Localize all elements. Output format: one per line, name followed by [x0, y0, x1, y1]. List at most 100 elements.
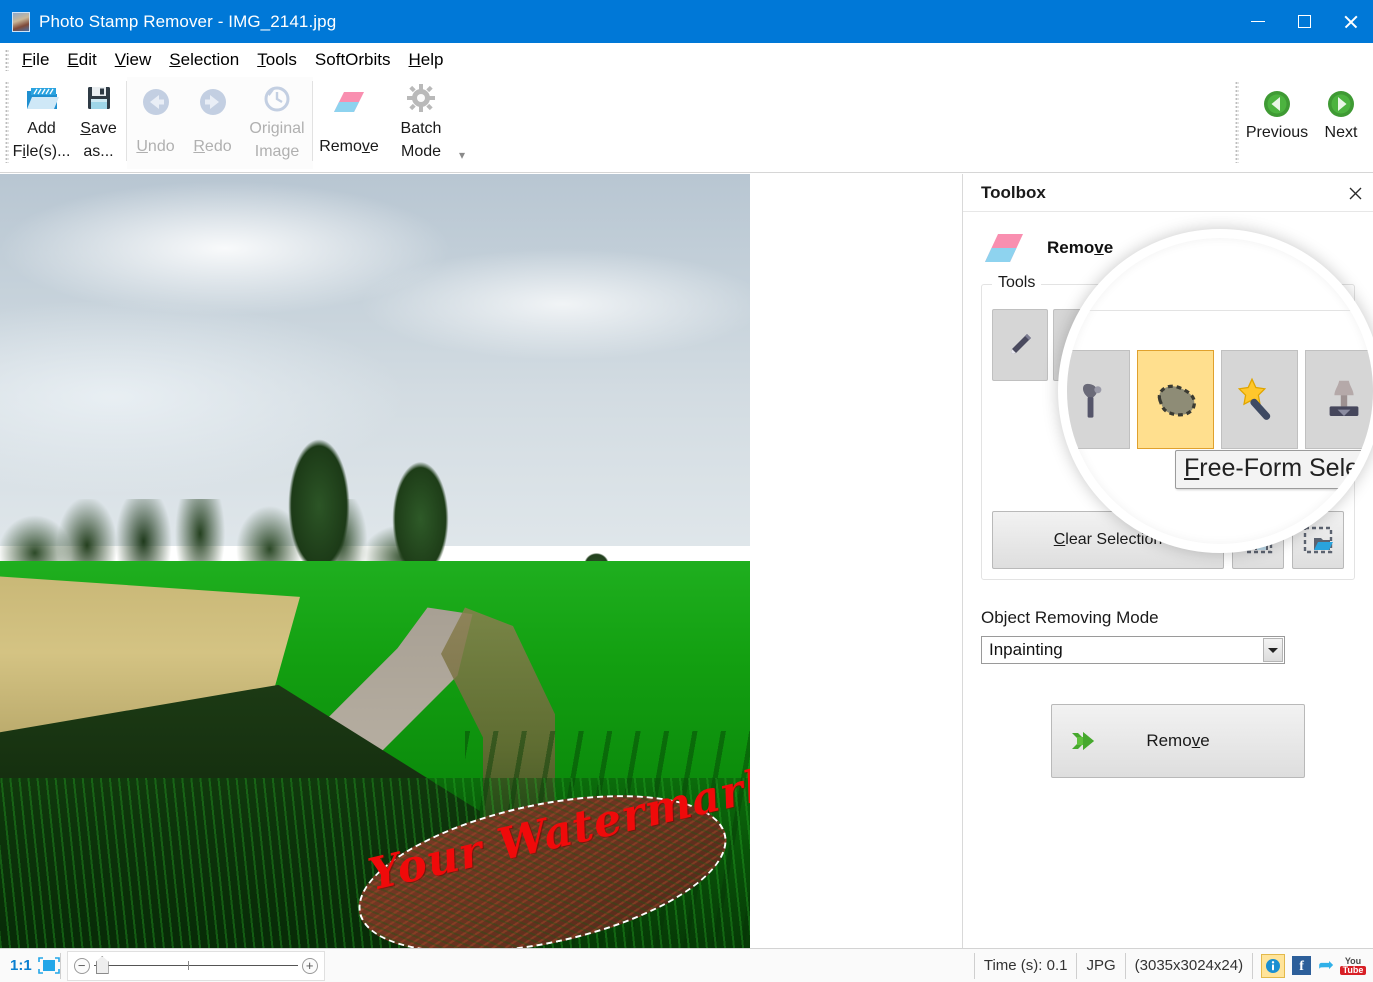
- original-image-label-line2: Image: [254, 142, 300, 160]
- image-canvas-area[interactable]: Your Watermark: [0, 174, 962, 948]
- toolbox-close-button[interactable]: [1343, 181, 1367, 205]
- watermark-selection[interactable]: Your Watermark: [344, 758, 750, 948]
- ribbon-expand-icon[interactable]: ▾: [459, 149, 465, 161]
- facebook-icon[interactable]: f: [1292, 956, 1312, 975]
- redo-button[interactable]: Redo: [184, 77, 241, 159]
- previous-button[interactable]: Previous: [1245, 77, 1309, 142]
- status-divider-1: [59, 952, 61, 979]
- toolbox-body: Remove Tools Clear Selection Object Remo…: [963, 212, 1373, 948]
- green-double-arrow-icon: [1070, 727, 1106, 760]
- close-icon: [1349, 187, 1361, 199]
- tools-group: Tools Clear Selection: [981, 274, 1355, 580]
- save-as-button[interactable]: Save as...: [70, 77, 127, 163]
- sky-region: [0, 174, 750, 546]
- add-files-label-line1: Add: [27, 120, 56, 137]
- zoom-slider-thumb[interactable]: [95, 956, 109, 974]
- free-form-select-tool-button[interactable]: [1114, 309, 1170, 381]
- clone-stamp-icon: [1255, 333, 1273, 355]
- remove-toolbar-label: Remove: [319, 138, 379, 155]
- batch-mode-label-line2: Mode: [400, 142, 442, 160]
- tools-group-legend: Tools: [992, 274, 1042, 292]
- toolbox-title: Toolbox: [981, 182, 1046, 202]
- object-removing-mode-label: Object Removing Mode: [981, 608, 1159, 627]
- zoom-ratio-label: 1:1: [10, 957, 32, 974]
- image-dimensions-label: (3035x3024x24): [1134, 957, 1244, 974]
- menu-item-help[interactable]: Help: [400, 48, 453, 72]
- menu-item-file[interactable]: File: [13, 48, 58, 72]
- eraser-icon: [981, 231, 1027, 265]
- redo-label: Redo: [193, 138, 232, 155]
- info-icon[interactable]: [1261, 953, 1286, 978]
- magic-wand-tool-button[interactable]: [1175, 309, 1231, 381]
- floppy-disk-icon: [85, 81, 113, 115]
- remove-section-header: Remove: [981, 226, 1355, 270]
- clear-selection-button[interactable]: Clear Selection: [992, 511, 1224, 569]
- spot-remover-icon: [1074, 334, 1088, 357]
- youtube-bottom-text: Tube: [1339, 965, 1367, 975]
- zoom-slider-track[interactable]: [93, 956, 298, 974]
- toolbar-group-file: Add File(s)... Save as...: [13, 77, 127, 169]
- green-left-arrow-icon: [1262, 87, 1292, 121]
- toolbox-panel: Toolbox Remove Tools Clear Selection Obj…: [962, 174, 1373, 948]
- undo-label: Undo: [136, 138, 175, 155]
- toolbar-group-history: Undo Redo Original Image: [127, 77, 313, 169]
- previous-label: Previous: [1245, 124, 1309, 141]
- tools-row: [982, 285, 1354, 381]
- maximize-button[interactable]: [1281, 0, 1327, 43]
- nav-drag-grip[interactable]: [1235, 81, 1239, 163]
- save-selection-button[interactable]: [1232, 511, 1284, 569]
- remove-action-button[interactable]: Remove: [1051, 704, 1305, 778]
- spot-remover-tool-button[interactable]: [1053, 309, 1109, 381]
- toolbox-header: Toolbox: [963, 174, 1373, 212]
- pencil-icon: [1011, 334, 1031, 354]
- menu-drag-grip[interactable]: [5, 49, 9, 71]
- title-bar: Photo Stamp Remover - IMG_2141.jpg: [0, 0, 1373, 43]
- batch-mode-label-line1: Batch: [400, 120, 442, 137]
- object-removing-mode-select[interactable]: Inpainting: [981, 636, 1285, 664]
- gear-icon: [407, 81, 435, 115]
- save-selection-icon: [1243, 526, 1273, 554]
- original-image-button[interactable]: Original Image: [241, 77, 313, 163]
- fit-to-screen-icon[interactable]: [37, 957, 60, 974]
- eraser-icon: [331, 85, 367, 119]
- photo-image[interactable]: Your Watermark: [0, 174, 750, 948]
- magic-wand-icon: [1189, 331, 1210, 358]
- undo-arrow-icon: [141, 85, 171, 119]
- twitter-icon[interactable]: ➦: [1318, 956, 1334, 975]
- free-form-select-icon: [1130, 335, 1155, 356]
- zoom-slider[interactable]: − +: [66, 950, 325, 981]
- zoom-slider-tick: [187, 961, 189, 970]
- toolbar: Add File(s)... Save as... Undo Redo Orig…: [0, 77, 1373, 173]
- chevron-down-icon[interactable]: [1263, 638, 1283, 662]
- minimize-icon: [1251, 21, 1265, 22]
- save-as-label-line2: as...: [83, 142, 114, 160]
- undo-button[interactable]: Undo: [127, 77, 184, 159]
- add-files-button[interactable]: Add File(s)...: [13, 77, 70, 163]
- close-button[interactable]: [1327, 0, 1373, 43]
- next-label: Next: [1324, 124, 1358, 141]
- minimize-button[interactable]: [1235, 0, 1281, 43]
- menu-item-softorbits[interactable]: SoftOrbits: [306, 48, 400, 72]
- status-social-group: f ➦ You Tube: [1253, 953, 1373, 978]
- menu-item-tools[interactable]: Tools: [248, 48, 306, 72]
- remove-section-title: Remove: [1047, 238, 1114, 257]
- load-selection-button[interactable]: [1292, 511, 1344, 569]
- menu-item-edit[interactable]: Edit: [58, 48, 105, 72]
- maximize-icon: [1297, 15, 1311, 28]
- batch-mode-button[interactable]: Batch Mode: [385, 77, 457, 163]
- load-selection-icon: [1303, 526, 1333, 554]
- open-folder-icon: [25, 81, 59, 115]
- toolbar-drag-grip[interactable]: [5, 81, 9, 163]
- clone-stamp-tool-button[interactable]: [1236, 309, 1292, 381]
- next-button[interactable]: Next: [1309, 77, 1373, 142]
- menu-bar: File Edit View Selection Tools SoftOrbit…: [0, 43, 1373, 77]
- menu-item-selection[interactable]: Selection: [160, 48, 248, 72]
- marker-tool-button[interactable]: [992, 309, 1048, 381]
- menu-item-view[interactable]: View: [106, 48, 161, 72]
- zoom-in-icon[interactable]: +: [301, 957, 318, 974]
- app-window: Photo Stamp Remover - IMG_2141.jpg File …: [0, 0, 1373, 982]
- zoom-out-icon[interactable]: −: [73, 957, 90, 974]
- remove-toolbar-button[interactable]: Remove: [313, 77, 385, 159]
- object-removing-mode-value: Inpainting: [989, 640, 1063, 659]
- youtube-icon[interactable]: You Tube: [1339, 956, 1367, 975]
